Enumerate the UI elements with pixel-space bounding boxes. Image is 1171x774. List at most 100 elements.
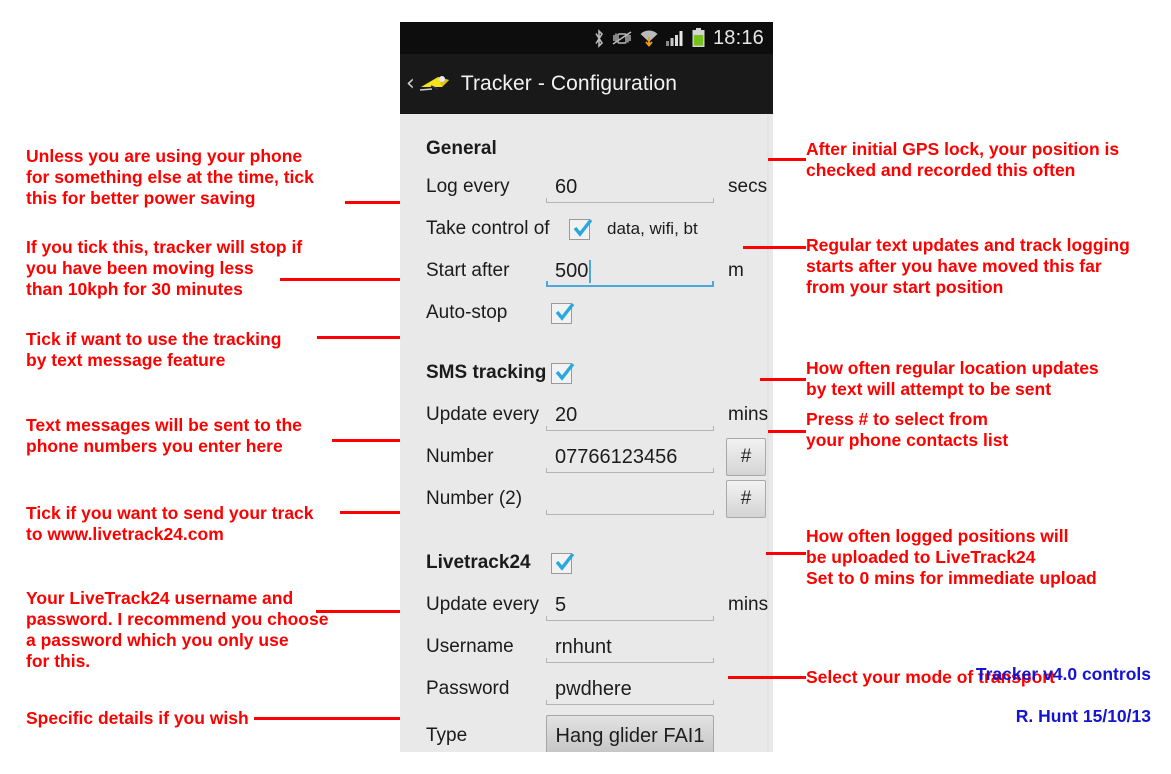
value-lt-update-every: 5 xyxy=(555,593,567,616)
section-label-livetrack24: Livetrack24 xyxy=(426,552,531,573)
android-status-bar: 18:16 xyxy=(400,22,773,54)
leader-line-right-6 xyxy=(728,676,806,679)
value-log-every: 60 xyxy=(555,175,578,198)
input-lt-password[interactable]: pwdhere xyxy=(546,673,714,705)
checkbox-livetrack24[interactable] xyxy=(551,552,575,574)
annotation-left-credentials: Your LiveTrack24 username and password. … xyxy=(26,588,329,671)
label-lt-username: Username xyxy=(426,636,514,657)
phone-screenshot: 18:16 ‹ Tracker - Configuration General … xyxy=(400,22,773,752)
leader-line-left-3 xyxy=(317,336,400,339)
section-header-general: General xyxy=(400,132,770,166)
leader-line-right-5 xyxy=(766,552,806,555)
input-sms-number2[interactable] xyxy=(546,483,714,515)
caption-take-control: data, wifi, bt xyxy=(607,219,698,238)
row-lt-update-every: Update every 5 mins xyxy=(400,584,770,626)
label-lt-type: Type xyxy=(426,725,468,746)
field-underline xyxy=(546,510,714,515)
row-sms-update-every: Update every 20 mins xyxy=(400,394,770,436)
hash-contacts-button-1[interactable]: # xyxy=(726,438,766,476)
row-start-after: Start after 500 m xyxy=(400,250,770,292)
row-sms-number: Number 07766123456 # xyxy=(400,436,770,478)
bluetooth-icon xyxy=(593,28,605,48)
leader-line-left-4 xyxy=(332,439,400,442)
label-sms-number: Number xyxy=(426,446,494,467)
checkmark-icon xyxy=(555,302,575,321)
signal-bars-icon xyxy=(665,30,685,46)
annotation-left-phone-numbers: Text messages will be sent to the phone … xyxy=(26,415,302,456)
label-log-every: Log every xyxy=(426,176,510,197)
dropdown-lt-type[interactable]: Hang glider FAI1 xyxy=(546,715,714,752)
value-start-after: 500 xyxy=(555,259,589,282)
label-sms-number2: Number (2) xyxy=(426,488,523,509)
annotation-right-upload-frequency: How often logged positions will be uploa… xyxy=(806,526,1097,588)
row-sms-number2: Number (2) # xyxy=(400,478,770,520)
row-lt-type: Type Hang glider FAI1 xyxy=(400,710,770,752)
leader-line-right-2 xyxy=(743,246,806,249)
annotation-left-sms-tracking: Tick if want to use the tracking by text… xyxy=(26,329,282,370)
battery-icon xyxy=(692,28,705,48)
back-chevron-icon[interactable]: ‹ xyxy=(406,73,415,95)
unit-lt-update-every: mins xyxy=(728,594,769,615)
annotation-left-power-saving: Unless you are using your phone for some… xyxy=(26,146,314,208)
input-sms-update-every[interactable]: 20 xyxy=(546,399,714,431)
input-log-every[interactable]: 60 xyxy=(546,171,714,203)
section-label-sms-tracking: SMS tracking xyxy=(426,362,547,383)
footer-credit: Tracker v4.0 controls R. Hunt 15/10/13 xyxy=(976,643,1151,748)
row-livetrack24: Livetrack24 xyxy=(400,542,770,584)
wifi-download-icon xyxy=(639,29,659,47)
label-start-after: Start after xyxy=(426,260,510,281)
unit-sms-update-every: mins xyxy=(728,404,769,425)
row-take-control: Take control of data, wifi, bt xyxy=(400,208,770,250)
checkbox-auto-stop[interactable] xyxy=(551,302,575,324)
hang-glider-logo-icon xyxy=(418,73,452,95)
checkmark-icon xyxy=(555,552,575,571)
input-sms-number[interactable]: 07766123456 xyxy=(546,441,714,473)
field-underline xyxy=(546,658,714,663)
checkmark-icon xyxy=(573,218,593,237)
value-lt-username: rnhunt xyxy=(555,635,612,658)
settings-content: General Log every 60 secs Take control o… xyxy=(400,114,770,752)
annotation-right-sms-frequency: How often regular location updates by te… xyxy=(806,358,1099,399)
leader-line-right-3 xyxy=(760,378,806,381)
row-sms-tracking: SMS tracking xyxy=(400,352,770,394)
input-lt-update-every[interactable]: 5 xyxy=(546,589,714,621)
unit-log-every: secs xyxy=(728,176,768,197)
leader-line-right-1 xyxy=(768,158,806,161)
value-sms-number: 07766123456 xyxy=(555,445,678,468)
leader-line-left-5 xyxy=(340,511,400,514)
input-start-after[interactable]: 500 xyxy=(546,255,714,287)
unit-start-after: m xyxy=(728,260,744,281)
field-underline xyxy=(546,198,714,203)
leader-line-left-6 xyxy=(316,610,400,613)
annotation-right-start-distance: Regular text updates and track logging s… xyxy=(806,235,1130,297)
label-lt-password: Password xyxy=(426,678,510,699)
footer-line-1: Tracker v4.0 controls xyxy=(975,664,1151,684)
checkbox-take-control[interactable] xyxy=(569,218,593,240)
input-lt-username[interactable]: rnhunt xyxy=(546,631,714,663)
row-lt-username: Username rnhunt xyxy=(400,626,770,668)
label-take-control: Take control of xyxy=(426,218,550,239)
row-lt-password: Password pwdhere xyxy=(400,668,770,710)
leader-line-left-7 xyxy=(254,717,400,720)
leader-line-left-1 xyxy=(345,201,400,204)
checkbox-sms-tracking[interactable] xyxy=(551,362,575,384)
status-bar-clock: 18:16 xyxy=(712,26,764,49)
annotation-right-hash-contacts: Press # to select from your phone contac… xyxy=(806,409,1009,450)
label-auto-stop: Auto-stop xyxy=(426,302,508,323)
section-label-general: General xyxy=(426,138,497,159)
row-auto-stop: Auto-stop xyxy=(400,292,770,334)
annotation-left-auto-stop: If you tick this, tracker will stop if y… xyxy=(26,237,303,299)
checkmark-icon xyxy=(555,362,575,381)
page-title: Tracker - Configuration xyxy=(460,72,678,95)
value-sms-update-every: 20 xyxy=(555,403,578,426)
action-bar: ‹ Tracker - Configuration xyxy=(400,54,773,114)
annotation-left-vehicle: Specific details if you wish xyxy=(26,708,249,728)
label-sms-update-every: Update every xyxy=(426,404,540,425)
leader-line-right-4 xyxy=(768,430,806,433)
text-caret xyxy=(589,259,592,283)
hash-contacts-button-2[interactable]: # xyxy=(726,480,766,518)
field-underline xyxy=(546,426,714,431)
row-log-every: Log every 60 secs xyxy=(400,166,770,208)
label-lt-update-every: Update every xyxy=(426,594,540,615)
field-underline xyxy=(546,700,714,705)
